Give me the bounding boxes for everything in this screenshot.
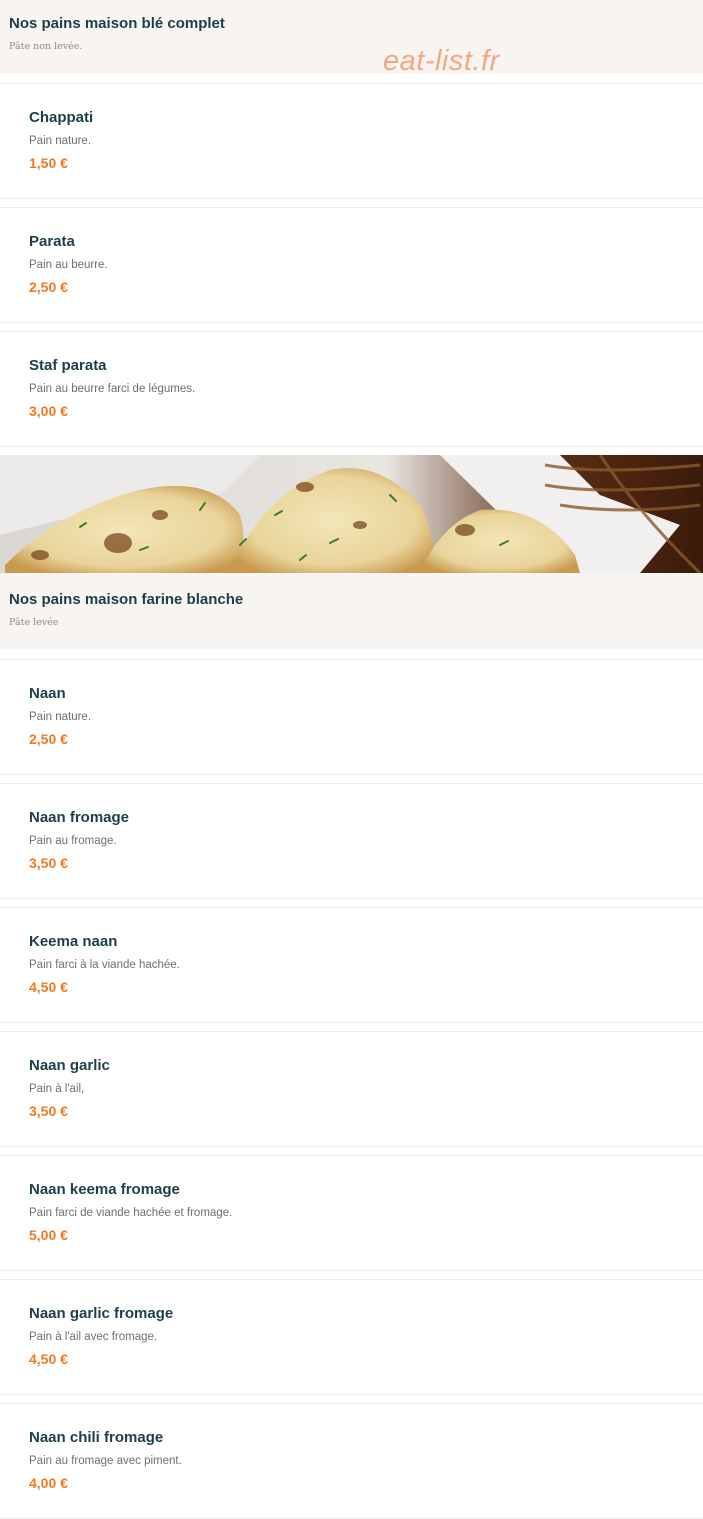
menu-item[interactable]: Naan fromage Pain au fromage. 3,50 € — [0, 783, 703, 899]
item-name: Naan — [29, 685, 66, 702]
item-description: Pain au beurre farci de légumes. — [29, 383, 196, 395]
item-price: 3,50 € — [29, 1103, 68, 1119]
item-price: 5,00 € — [29, 1227, 68, 1243]
item-name: Naan fromage — [29, 809, 130, 826]
item-name: Naan keema fromage — [29, 1181, 180, 1198]
item-price: 4,00 € — [29, 1475, 68, 1491]
watermark-text: eat-list.fr — [383, 45, 500, 77]
item-price: 2,50 € — [29, 731, 68, 747]
menu-item[interactable]: Naan chili fromage Pain au fromage avec … — [0, 1403, 703, 1519]
section-header-white-flour: Nos pains maison farine blanche Pâte lev… — [0, 573, 703, 649]
menu-item[interactable]: Keema naan Pain farci à la viande hachée… — [0, 907, 703, 1023]
menu-item[interactable]: Chappati Pain nature. 1,50 € — [0, 83, 703, 199]
menu-item[interactable]: Staf parata Pain au beurre farci de légu… — [0, 331, 703, 447]
item-description: Pain nature. — [29, 135, 92, 147]
item-name: Staf parata — [29, 357, 107, 374]
item-description: Pain au beurre. — [29, 259, 108, 271]
item-name: Keema naan — [29, 933, 118, 950]
section-title: Nos pains maison farine blanche — [9, 591, 244, 608]
item-price: 4,50 € — [29, 979, 68, 995]
menu-list-white-flour: Naan Pain nature. 2,50 € Naan fromage Pa… — [0, 659, 703, 1519]
item-description: Pain à l'ail, — [29, 1083, 85, 1095]
item-price: 1,50 € — [29, 155, 68, 171]
item-price: 3,00 € — [29, 403, 68, 419]
menu-item[interactable]: Naan garlic Pain à l'ail, 3,50 € — [0, 1031, 703, 1147]
item-price: 4,50 € — [29, 1351, 68, 1367]
item-price: 2,50 € — [29, 279, 68, 295]
menu-item[interactable]: Naan keema fromage Pain farci de viande … — [0, 1155, 703, 1271]
item-price: 3,50 € — [29, 855, 68, 871]
item-description: Pain à l'ail avec fromage. — [29, 1331, 158, 1343]
menu-item[interactable]: Naan Pain nature. 2,50 € — [0, 659, 703, 775]
menu-item[interactable]: Naan garlic fromage Pain à l'ail avec fr… — [0, 1279, 703, 1395]
section-subtitle: Pâte levée — [9, 617, 59, 628]
item-name: Parata — [29, 233, 75, 250]
item-name: Naan chili fromage — [29, 1429, 164, 1446]
item-description: Pain au fromage. — [29, 835, 117, 847]
item-description: Pain au fromage avec piment. — [29, 1455, 182, 1467]
menu-list-whole-wheat: Chappati Pain nature. 1,50 € Parata Pain… — [0, 83, 703, 447]
item-name: Chappati — [29, 109, 94, 126]
menu-item[interactable]: Parata Pain au beurre. 2,50 € — [0, 207, 703, 323]
section-header-whole-wheat: Nos pains maison blé complet Pâte non le… — [0, 0, 703, 74]
item-description: Pain nature. — [29, 711, 92, 723]
item-name: Naan garlic fromage — [29, 1305, 174, 1322]
section-title: Nos pains maison blé complet — [9, 15, 225, 32]
item-description: Pain farci de viande hachée et fromage. — [29, 1207, 233, 1219]
section-subtitle: Pâte non levée. — [9, 41, 83, 52]
item-name: Naan garlic — [29, 1057, 110, 1074]
naan-bread-banner-image — [0, 455, 703, 573]
item-description: Pain farci à la viande hachée. — [29, 959, 180, 971]
